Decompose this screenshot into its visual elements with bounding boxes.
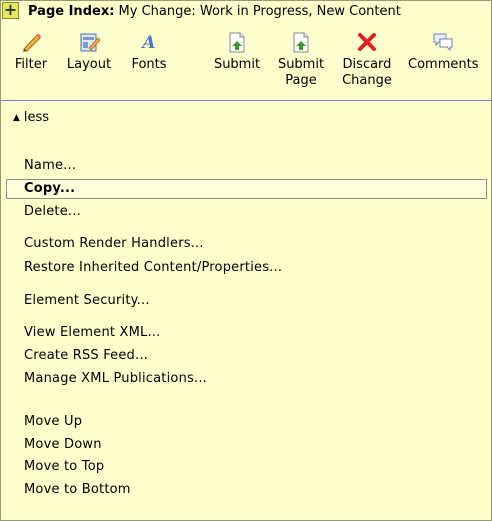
fonts-label: Fonts: [131, 57, 167, 72]
submit-page-label: Submit Page: [277, 57, 325, 88]
menu-item-create-rss-feed[interactable]: Create RSS Feed...: [24, 348, 148, 363]
expand-button[interactable]: +: [2, 2, 19, 19]
collapse-arrow-icon: ▲: [13, 113, 20, 123]
layout-icon: [80, 33, 101, 52]
menu-item-move-to-top[interactable]: Move to Top: [24, 459, 104, 474]
menu-item-view-element-xml[interactable]: View Element XML...: [24, 325, 161, 340]
submit-page-button[interactable]: Submit Page: [276, 31, 326, 89]
menu-item-manage-xml-publications[interactable]: Manage XML Publications...: [24, 371, 207, 386]
discard-change-button[interactable]: Discard Change: [339, 31, 395, 89]
menu-item-delete[interactable]: Delete...: [24, 204, 81, 219]
comments-icon: [433, 33, 453, 52]
fonts-button[interactable]: A Fonts: [128, 31, 170, 73]
comments-label: Comments: [408, 57, 479, 72]
panel-title-subtitle: My Change: Work in Progress, New Content: [118, 4, 401, 19]
discard-change-label: Discard Change: [342, 57, 392, 88]
font-icon: A: [140, 33, 155, 53]
menu-item-element-security[interactable]: Element Security...: [24, 293, 150, 308]
page-index-panel: + Page Index: My Change: Work in Progres…: [0, 0, 492, 521]
layout-label: Layout: [66, 57, 112, 72]
submit-page-icon: [293, 32, 309, 53]
submit-button[interactable]: Submit: [212, 31, 262, 73]
less-label: less: [23, 110, 50, 125]
pencil-icon: [23, 33, 42, 52]
filter-label: Filter: [14, 57, 48, 72]
title-bar: + Page Index: My Change: Work in Progres…: [1, 1, 491, 24]
menu-item-move-to-bottom[interactable]: Move to Bottom: [24, 482, 131, 497]
toolbar: Filter Layout A Fonts Submit Submit Page…: [1, 31, 491, 99]
menu-item-copy[interactable]: Copy...: [6, 179, 487, 199]
filter-button[interactable]: Filter: [12, 31, 50, 73]
svg-text:A: A: [140, 33, 155, 53]
layout-button[interactable]: Layout: [65, 31, 113, 73]
toolbar-divider: [1, 100, 491, 101]
comments-button[interactable]: Comments: [408, 31, 478, 73]
menu-item-move-up[interactable]: Move Up: [24, 414, 82, 429]
discard-icon: [358, 33, 376, 51]
menu-item-move-down[interactable]: Move Down: [24, 437, 102, 452]
panel-title-label: Page Index:: [28, 4, 115, 19]
submit-label: Submit: [213, 57, 261, 72]
menu-item-custom-render-handlers[interactable]: Custom Render Handlers...: [24, 236, 204, 251]
less-toggle[interactable]: ▲ less: [13, 110, 49, 125]
menu-item-restore-inherited[interactable]: Restore Inherited Content/Properties...: [24, 260, 282, 275]
submit-icon: [229, 32, 245, 53]
panel-title: Page Index: My Change: Work in Progress,…: [28, 4, 401, 19]
menu-item-name[interactable]: Name...: [24, 158, 76, 173]
